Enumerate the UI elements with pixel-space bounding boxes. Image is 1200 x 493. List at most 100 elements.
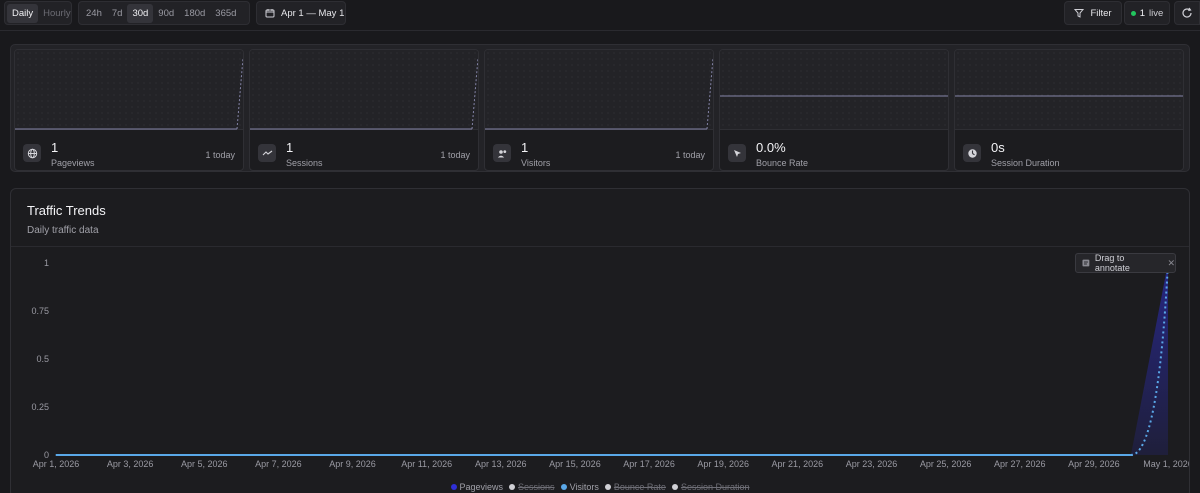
sparkline bbox=[15, 50, 243, 130]
legend-dot-icon bbox=[450, 484, 457, 490]
visitors-point bbox=[463, 454, 465, 456]
stat-card-pageviews[interactable]: 1 Pageviews 1 today bbox=[14, 49, 244, 171]
calendar-icon bbox=[265, 9, 275, 18]
stat-value: 0s bbox=[991, 140, 1005, 155]
stat-today: 1 today bbox=[440, 150, 470, 160]
legend-item[interactable]: Sessions bbox=[509, 482, 555, 492]
live-dot-icon bbox=[1130, 10, 1136, 16]
stat-label: Sessions bbox=[286, 158, 323, 168]
x-tick-label: Apr 11, 2026 bbox=[401, 459, 452, 469]
toolbar: Daily Hourly 24h 7d 30d 90d 180d 365d Ap… bbox=[0, 0, 1200, 31]
legend-label: Session Duration bbox=[680, 482, 750, 492]
x-tick-label: Apr 15, 2026 bbox=[549, 459, 601, 469]
live-count: 1 bbox=[1139, 7, 1146, 19]
refresh-button[interactable] bbox=[1174, 1, 1200, 25]
legend-dot-icon bbox=[671, 484, 678, 490]
users-icon bbox=[493, 144, 511, 162]
x-tick-label: May 1, 2026 bbox=[1143, 459, 1189, 469]
visitors-point bbox=[203, 454, 205, 456]
filter-icon bbox=[1074, 9, 1085, 18]
stat-today: 1 today bbox=[205, 150, 235, 160]
date-range-label: Apr 1 — May 1 bbox=[281, 7, 345, 19]
visitors-point bbox=[945, 454, 947, 456]
trend-line-icon bbox=[258, 144, 276, 162]
visitors-point bbox=[648, 454, 650, 456]
legend-label: Bounce Rate bbox=[613, 482, 666, 492]
traffic-trends-panel: Traffic Trends Daily traffic data 0 0.25 0… bbox=[10, 188, 1190, 493]
stat-card-bounce-rate[interactable]: 0.0% Bounce Rate bbox=[719, 49, 949, 171]
visitors-point bbox=[351, 454, 354, 456]
granularity-toggle: Daily Hourly bbox=[4, 1, 72, 25]
x-tick-label: Apr 25, 2026 bbox=[920, 459, 972, 469]
granularity-hourly[interactable]: Hourly bbox=[38, 4, 75, 23]
sparkline bbox=[955, 50, 1183, 130]
legend-item[interactable]: Visitors bbox=[560, 482, 599, 492]
visitors-point bbox=[426, 454, 428, 456]
legend-label: Pageviews bbox=[459, 482, 504, 492]
visitors-point bbox=[129, 454, 131, 456]
visitors-point bbox=[574, 454, 576, 456]
visitors-point bbox=[92, 454, 94, 456]
annotate-label: Drag to annotate bbox=[1094, 253, 1130, 273]
visitors-point bbox=[907, 454, 910, 456]
live-visitors-badge[interactable]: 1 live bbox=[1124, 1, 1170, 25]
annotate-hint[interactable]: Drag to annotate ✕ bbox=[1075, 253, 1176, 273]
granularity-daily[interactable]: Daily bbox=[7, 3, 39, 23]
y-tick-label: 1 bbox=[44, 258, 49, 268]
stat-card-sessions[interactable]: 1 Sessions 1 today bbox=[249, 49, 479, 171]
visitors-point bbox=[537, 454, 539, 456]
x-tick-label: Apr 29, 2026 bbox=[1068, 459, 1120, 469]
visitors-point bbox=[500, 454, 502, 456]
range-7d[interactable]: 7d bbox=[107, 4, 128, 23]
legend-item[interactable]: Pageviews bbox=[450, 482, 504, 492]
legend-item[interactable]: Bounce Rate bbox=[604, 482, 666, 492]
range-365d[interactable]: 365d bbox=[210, 4, 241, 23]
date-range-button[interactable]: Apr 1 — May 1 bbox=[256, 1, 346, 25]
stat-value: 1 bbox=[286, 140, 294, 155]
refresh-icon bbox=[1182, 7, 1192, 18]
stat-card-visitors[interactable]: 1 Visitors 1 today bbox=[484, 49, 714, 171]
x-tick-label: Apr 3, 2026 bbox=[107, 459, 154, 469]
sparkline bbox=[485, 50, 713, 130]
pageviews-area bbox=[56, 263, 1168, 455]
x-tick-label: Apr 9, 2026 bbox=[329, 459, 376, 469]
globe-icon bbox=[23, 144, 41, 162]
visitors-point bbox=[1130, 454, 1132, 456]
legend-label: Sessions bbox=[518, 482, 555, 492]
visitors-point bbox=[389, 454, 391, 456]
visitors-point bbox=[1056, 454, 1058, 456]
visitors-point bbox=[277, 454, 279, 456]
legend-dot-icon bbox=[509, 484, 516, 490]
stat-label: Session Duration bbox=[991, 158, 1060, 168]
x-tick-label: Apr 1, 2026 bbox=[33, 459, 80, 469]
visitors-point bbox=[870, 454, 873, 456]
stat-today: 1 today bbox=[675, 150, 705, 160]
filter-button[interactable]: Filter bbox=[1064, 1, 1122, 25]
note-icon bbox=[1082, 259, 1090, 267]
range-90d[interactable]: 90d bbox=[153, 4, 179, 23]
range-24h[interactable]: 24h bbox=[81, 4, 107, 23]
y-tick-label: 0.5 bbox=[36, 354, 49, 364]
legend-item[interactable]: Session Duration bbox=[671, 482, 750, 492]
visitors-point bbox=[796, 454, 798, 456]
visitors-point bbox=[982, 454, 984, 456]
x-tick-label: Apr 21, 2026 bbox=[772, 459, 824, 469]
x-tick-label: Apr 17, 2026 bbox=[623, 459, 675, 469]
stat-value: 1 bbox=[51, 140, 59, 155]
x-tick-label: Apr 23, 2026 bbox=[846, 459, 898, 469]
y-tick-label: 0.75 bbox=[31, 306, 49, 316]
sparkline bbox=[250, 50, 478, 130]
visitors-point bbox=[759, 454, 761, 456]
chart-legend: Pageviews Sessions Visitors Bounce Rate Sess… bbox=[11, 482, 1189, 492]
cursor-icon bbox=[728, 144, 746, 162]
stat-label: Pageviews bbox=[51, 158, 95, 168]
close-icon[interactable]: ✕ bbox=[1167, 258, 1175, 269]
range-180d[interactable]: 180d bbox=[179, 4, 210, 23]
clock-icon bbox=[963, 144, 981, 162]
stat-card-session-duration[interactable]: 0s Session Duration bbox=[954, 49, 1184, 171]
range-30d[interactable]: 30d bbox=[127, 3, 154, 23]
visitors-point bbox=[240, 454, 242, 456]
traffic-chart[interactable]: 00.250.50.751Apr 1, 2026 Apr 3, 2026 Apr 5… bbox=[11, 189, 1189, 481]
x-tick-label: Apr 13, 2026 bbox=[475, 459, 527, 469]
visitors-point bbox=[314, 454, 317, 456]
